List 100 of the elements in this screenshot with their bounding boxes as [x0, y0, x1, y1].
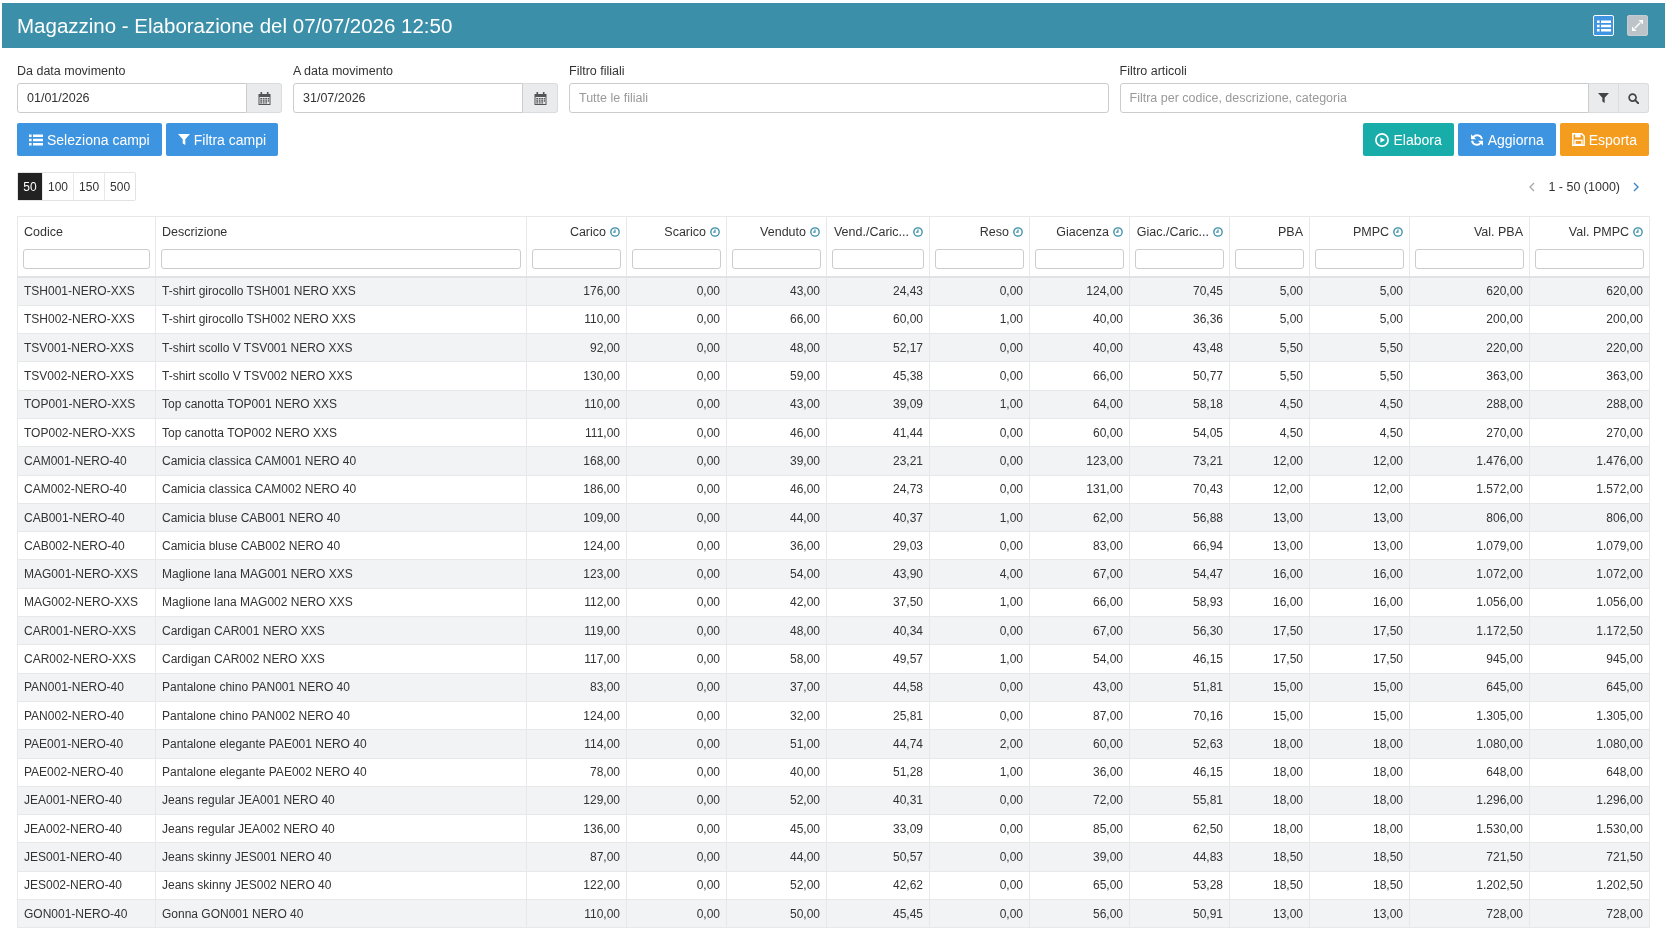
calendar-button[interactable]	[247, 83, 282, 113]
table-cell: 0,00	[626, 899, 727, 928]
column-header: Codice	[24, 225, 63, 239]
table-cell: 645,00	[1529, 673, 1650, 702]
table-cell: 123,00	[526, 559, 627, 589]
table-cell: 112,00	[526, 588, 627, 617]
table-cell: 37,50	[826, 588, 930, 617]
column-filter-field[interactable]	[1315, 249, 1404, 269]
filter-icon	[177, 134, 190, 145]
table-cell: 83,00	[526, 673, 627, 702]
table-cell: Top canotta TOP002 NERO XXS	[155, 418, 527, 447]
table-cell: 119,00	[526, 616, 627, 645]
table-cell: 70,16	[1129, 701, 1230, 730]
table-cell: 17,50	[1309, 644, 1410, 674]
table-cell: 0,00	[929, 786, 1030, 815]
table-cell: 1.080,00	[1409, 729, 1530, 759]
table-cell: 1.072,00	[1409, 559, 1530, 589]
column-filter-field[interactable]	[1235, 249, 1304, 269]
table-cell: Camicia bluse CAB001 NERO 40	[155, 503, 527, 532]
table-cell: Maglione lana MAG002 NERO XXS	[155, 588, 527, 617]
table-cell: 44,74	[826, 729, 930, 759]
table-cell: 1.079,00	[1529, 531, 1650, 560]
table-cell: 13,00	[1309, 531, 1410, 560]
table-cell: 23,21	[826, 446, 930, 476]
chevron-right-icon[interactable]	[1633, 181, 1639, 192]
table-cell: 111,00	[526, 418, 627, 447]
calendar-button[interactable]	[523, 83, 558, 113]
table-cell: CAB001-NERO-40	[17, 503, 156, 532]
column-filter-field[interactable]	[23, 249, 150, 269]
search-button[interactable]	[1619, 83, 1649, 113]
table-cell: 110,00	[526, 390, 627, 419]
table-cell: Gonna GON001 NERO 40	[155, 899, 527, 928]
column-filter-field[interactable]	[161, 249, 521, 269]
table-cell: 1.572,00	[1529, 475, 1650, 504]
column-filter-field[interactable]	[1535, 249, 1644, 269]
table-cell: 66,00	[1029, 361, 1130, 391]
save-icon	[1571, 133, 1585, 146]
column-filter-field[interactable]	[935, 249, 1024, 269]
column-filter-field[interactable]	[632, 249, 721, 269]
column-header: Giac./Caric...	[1136, 225, 1209, 239]
play-circle-icon	[1375, 132, 1390, 147]
table-cell: 12,00	[1309, 446, 1410, 476]
table-cell: TSV001-NERO-XXS	[17, 333, 156, 362]
table-cell: 16,00	[1229, 559, 1310, 589]
table-cell: JEA002-NERO-40	[17, 814, 156, 843]
expand-button[interactable]	[1627, 15, 1648, 36]
search-field[interactable]: Filtra per codice, descrizione, categoria	[1119, 83, 1589, 113]
table-cell: 0,00	[626, 390, 727, 419]
page-size-button[interactable]: 500	[104, 173, 136, 200]
table-cell: 65,00	[1029, 871, 1130, 900]
table-cell: 5,00	[1309, 277, 1410, 306]
table-cell: T-shirt scollo V TSV001 NERO XXS	[155, 333, 527, 362]
table-cell: Jeans skinny JES001 NERO 40	[155, 842, 527, 872]
table-cell: 15,00	[1229, 701, 1310, 730]
column-filter-field[interactable]	[1135, 249, 1224, 269]
table-cell: Camicia classica CAM002 NERO 40	[155, 475, 527, 504]
column-filter-field[interactable]	[1415, 249, 1524, 269]
table-cell: 18,00	[1229, 729, 1310, 759]
table-cell: 0,00	[929, 701, 1030, 730]
table-cell: 110,00	[526, 899, 627, 928]
column-filter-field[interactable]	[732, 249, 821, 269]
column-header: PMPC	[1352, 225, 1389, 239]
column-header: Giacenza	[1056, 225, 1109, 239]
table-cell: 64,00	[1029, 390, 1130, 419]
table-cell: 1.572,00	[1409, 475, 1530, 504]
table-cell: 0,00	[929, 418, 1030, 447]
list-view-button[interactable]	[1593, 15, 1614, 36]
table-cell: 130,00	[526, 361, 627, 391]
table-cell: 18,00	[1309, 786, 1410, 815]
pagination-range: 1 - 50 (1000)	[1548, 179, 1620, 194]
table-cell: JES001-NERO-40	[17, 842, 156, 872]
column-filter-field[interactable]	[832, 249, 924, 269]
table-cell: 18,50	[1309, 871, 1410, 900]
date-field[interactable]: 31/07/2026	[293, 83, 523, 113]
table-cell: 0,00	[929, 616, 1030, 645]
table-cell: 4,50	[1229, 418, 1310, 447]
table-cell: 1.080,00	[1529, 729, 1650, 759]
page-size-button[interactable]: 50	[18, 173, 42, 200]
table-cell: 58,00	[726, 644, 827, 674]
table-cell: 43,00	[1029, 673, 1130, 702]
table-cell: 39,00	[1029, 842, 1130, 872]
column-filter-field[interactable]	[1035, 249, 1124, 269]
table-cell: 37,00	[726, 673, 827, 702]
column-header: Reso	[979, 225, 1009, 239]
column-filter-field[interactable]	[532, 249, 621, 269]
table-cell: CAR002-NERO-XXS	[17, 644, 156, 674]
filter-button[interactable]	[1589, 83, 1619, 113]
table-cell: 36,00	[726, 531, 827, 560]
table-cell: 1,00	[929, 588, 1030, 617]
date-field[interactable]: 01/01/2026	[17, 83, 247, 113]
field-label: Da data movimento	[17, 63, 126, 79]
text-field[interactable]: Tutte le filiali	[569, 83, 1109, 113]
table-cell: 18,00	[1309, 729, 1410, 759]
table-cell: 52,00	[726, 871, 827, 900]
table-cell: 87,00	[526, 842, 627, 872]
table-cell: 1.476,00	[1409, 446, 1530, 476]
table-cell: 58,93	[1129, 588, 1230, 617]
table-cell: 0,00	[626, 503, 727, 532]
table-cell: 40,00	[1029, 305, 1130, 334]
table-cell: 117,00	[526, 644, 627, 674]
